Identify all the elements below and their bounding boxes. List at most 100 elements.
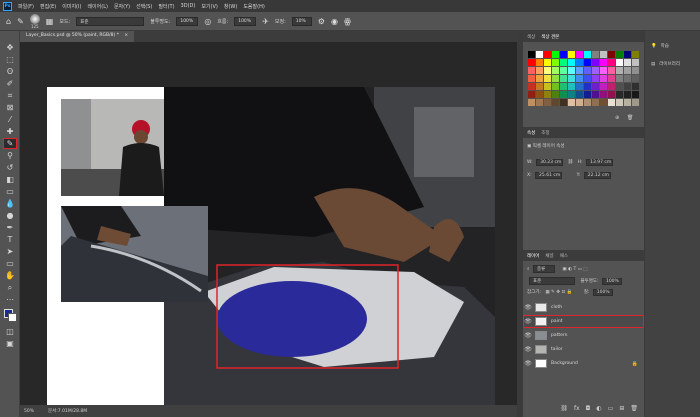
menu-type[interactable]: 문자(Y) — [114, 3, 130, 10]
color-swatch[interactable] — [608, 51, 615, 58]
learn-item[interactable]: 💡 학습 — [651, 43, 669, 50]
color-swatch[interactable] — [560, 91, 567, 98]
dodge-tool-icon[interactable]: ● — [4, 211, 16, 220]
color-swatch[interactable] — [600, 75, 607, 82]
color-swatch[interactable] — [560, 99, 567, 106]
visibility-eye-icon[interactable]: 👁 — [523, 346, 533, 353]
path-select-tool-icon[interactable]: ➤ — [4, 247, 16, 256]
color-swatch[interactable] — [608, 91, 615, 98]
menu-select[interactable]: 선택(S) — [136, 3, 152, 10]
color-swatch[interactable] — [576, 99, 583, 106]
pressure-size-icon[interactable]: ◉ — [331, 17, 338, 26]
brush-preset-picker[interactable]: 125 — [29, 13, 40, 29]
brush-tool-button[interactable]: ✎ — [3, 138, 17, 149]
color-swatch[interactable] — [568, 83, 575, 90]
color-swatch[interactable] — [608, 99, 615, 106]
color-swatch[interactable] — [568, 67, 575, 74]
layer-row-paint[interactable]: 👁 paint — [523, 315, 644, 328]
shape-tool-icon[interactable]: ▭ — [4, 259, 16, 268]
color-swatch[interactable] — [560, 59, 567, 66]
mode-select[interactable]: 표준 — [76, 16, 145, 26]
brush-tool-icon[interactable]: ✎ — [17, 17, 24, 26]
color-swatch[interactable] — [528, 83, 535, 90]
pen-tool-icon[interactable]: ✒ — [4, 223, 16, 232]
menu-filter[interactable]: 필터(T) — [158, 3, 174, 10]
color-swatch[interactable] — [536, 51, 543, 58]
color-swatch[interactable] — [624, 91, 631, 98]
color-swatch[interactable] — [600, 59, 607, 66]
color-swatch[interactable] — [600, 83, 607, 90]
color-swatch[interactable] — [624, 59, 631, 66]
color-swatch[interactable] — [600, 91, 607, 98]
color-swatch[interactable] — [536, 59, 543, 66]
visibility-eye-icon[interactable]: 👁 — [523, 304, 533, 311]
color-swatch[interactable] — [544, 99, 551, 106]
color-swatch[interactable] — [576, 75, 583, 82]
color-swatch[interactable] — [616, 75, 623, 82]
menu-image[interactable]: 이미지(I) — [62, 3, 81, 10]
blend-mode-select[interactable]: 표준 — [529, 277, 575, 285]
history-brush-tool-icon[interactable]: ↺ — [4, 163, 16, 172]
color-swatch[interactable] — [584, 99, 591, 106]
fx-icon[interactable]: fx — [574, 405, 580, 415]
color-swatch[interactable] — [536, 99, 543, 106]
color-swatch[interactable] — [624, 51, 631, 58]
menu-help[interactable]: 도움말(H) — [243, 3, 264, 10]
color-swatch[interactable] — [608, 83, 615, 90]
tab-swatches[interactable]: 색상 견본 — [541, 34, 559, 40]
color-swatch[interactable] — [528, 67, 535, 74]
color-swatch[interactable] — [576, 59, 583, 66]
layer-row-pattern[interactable]: 👁 pattern — [523, 329, 644, 342]
color-swatch[interactable] — [560, 67, 567, 74]
menu-file[interactable]: 파일(F) — [18, 3, 34, 10]
blur-tool-icon[interactable]: 💧 — [4, 199, 16, 208]
healing-brush-tool-icon[interactable]: ✚ — [4, 127, 16, 136]
color-swatch[interactable] — [632, 75, 639, 82]
visibility-eye-icon[interactable]: 👁 — [523, 318, 533, 325]
color-swatch[interactable] — [544, 75, 551, 82]
menu-3d[interactable]: 3D(D) — [181, 3, 196, 9]
color-swatch[interactable] — [600, 99, 607, 106]
color-swatch[interactable] — [632, 67, 639, 74]
color-swatch[interactable] — [616, 51, 623, 58]
opacity-field[interactable]: 100% — [176, 16, 199, 26]
layer-opacity-field[interactable]: 100% — [601, 278, 622, 285]
home-icon[interactable]: ⌂ — [6, 17, 11, 26]
color-swatch[interactable] — [528, 99, 535, 106]
background-color-swatch[interactable] — [8, 313, 17, 322]
color-swatch[interactable] — [568, 59, 575, 66]
add-mask-icon[interactable]: ◘ — [586, 405, 591, 415]
color-swatch[interactable] — [584, 75, 591, 82]
color-swatch[interactable] — [584, 91, 591, 98]
tab-properties[interactable]: 속성 — [527, 130, 535, 136]
color-swatch[interactable] — [544, 59, 551, 66]
color-swatch[interactable] — [536, 91, 543, 98]
color-swatch[interactable] — [536, 75, 543, 82]
y-field[interactable]: 22.12 cm — [583, 172, 611, 179]
color-swatch[interactable] — [616, 91, 623, 98]
color-swatch[interactable] — [592, 99, 599, 106]
smoothing-field[interactable]: 10% — [291, 16, 312, 26]
color-swatch[interactable] — [592, 59, 599, 66]
color-swatch[interactable] — [544, 51, 551, 58]
hand-tool-icon[interactable]: ✋ — [4, 271, 16, 280]
color-swatch[interactable] — [552, 67, 559, 74]
color-swatch[interactable] — [528, 75, 535, 82]
zoom-tool-icon[interactable]: ⌕ — [4, 283, 16, 292]
color-swatch[interactable] — [624, 75, 631, 82]
screen-mode-icon[interactable]: ▣ — [4, 339, 16, 348]
color-swatch[interactable] — [624, 99, 631, 106]
lock-icons[interactable]: ▦ ✎ ✥ ⊡ 🔒 — [545, 290, 572, 295]
color-swatch[interactable] — [552, 51, 559, 58]
menu-edit[interactable]: 편집(E) — [40, 3, 56, 10]
tab-paths[interactable]: 패스 — [560, 253, 568, 259]
color-swatch[interactable] — [560, 51, 567, 58]
color-swatch[interactable] — [560, 83, 567, 90]
color-swatch[interactable] — [552, 91, 559, 98]
color-swatch[interactable] — [584, 59, 591, 66]
ps-logo[interactable]: Ps — [3, 1, 12, 11]
new-swatch-icon[interactable]: ⊕ — [615, 115, 619, 121]
color-swatch[interactable] — [544, 83, 551, 90]
color-swatch[interactable] — [536, 67, 543, 74]
gradient-tool-icon[interactable]: ▭ — [4, 187, 16, 196]
